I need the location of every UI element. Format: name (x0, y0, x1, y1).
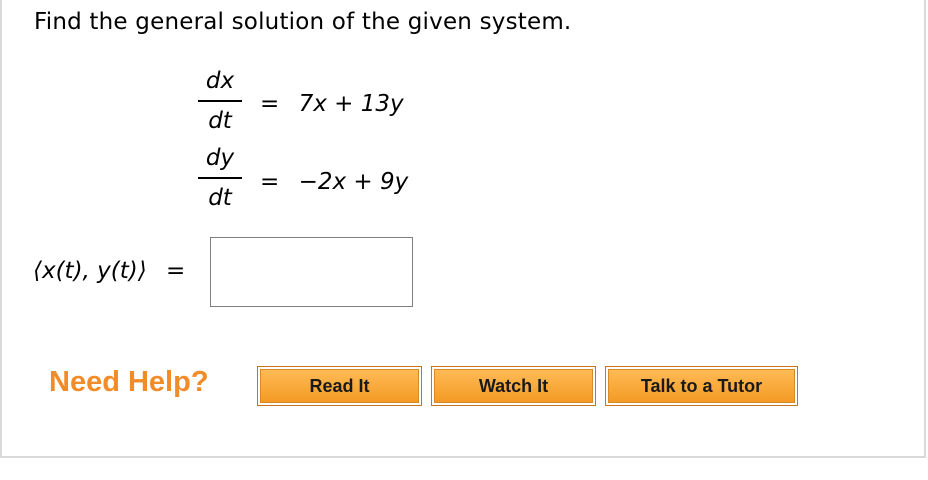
answer-input[interactable] (210, 237, 413, 307)
need-help-label: Need Help? (49, 366, 209, 398)
numerator: dx (205, 68, 235, 94)
equation-2-rhs: = −2x + 9y (260, 169, 408, 195)
watch-it-button[interactable]: Watch It (431, 366, 596, 406)
equation-1-rhs: = 7x + 13y (260, 91, 404, 117)
answer-label-row: ⟨x(t), y(t)⟩ = (33, 258, 185, 284)
equals-sign: = (166, 258, 186, 284)
read-it-label: Read It (260, 369, 419, 403)
question-prompt: Find the general solution of the given s… (34, 9, 572, 35)
fraction-dx-dt: dx dt (198, 66, 242, 136)
fraction-bar (198, 177, 242, 179)
rhs-expression: −2x + 9y (298, 169, 409, 195)
fraction-bar (198, 100, 242, 102)
answer-label: ⟨x(t), y(t)⟩ (33, 258, 147, 284)
watch-it-label: Watch It (434, 369, 593, 403)
rhs-expression: 7x + 13y (298, 91, 404, 117)
talk-to-tutor-button[interactable]: Talk to a Tutor (605, 366, 798, 406)
read-it-button[interactable]: Read It (257, 366, 422, 406)
denominator: dt (208, 108, 232, 134)
equals-sign: = (260, 91, 280, 117)
denominator: dt (208, 185, 232, 211)
talk-to-tutor-label: Talk to a Tutor (608, 369, 795, 403)
numerator: dy (205, 145, 235, 171)
fraction-dy-dt: dy dt (198, 143, 242, 213)
question-panel: Find the general solution of the given s… (0, 0, 926, 458)
equals-sign: = (260, 169, 280, 195)
